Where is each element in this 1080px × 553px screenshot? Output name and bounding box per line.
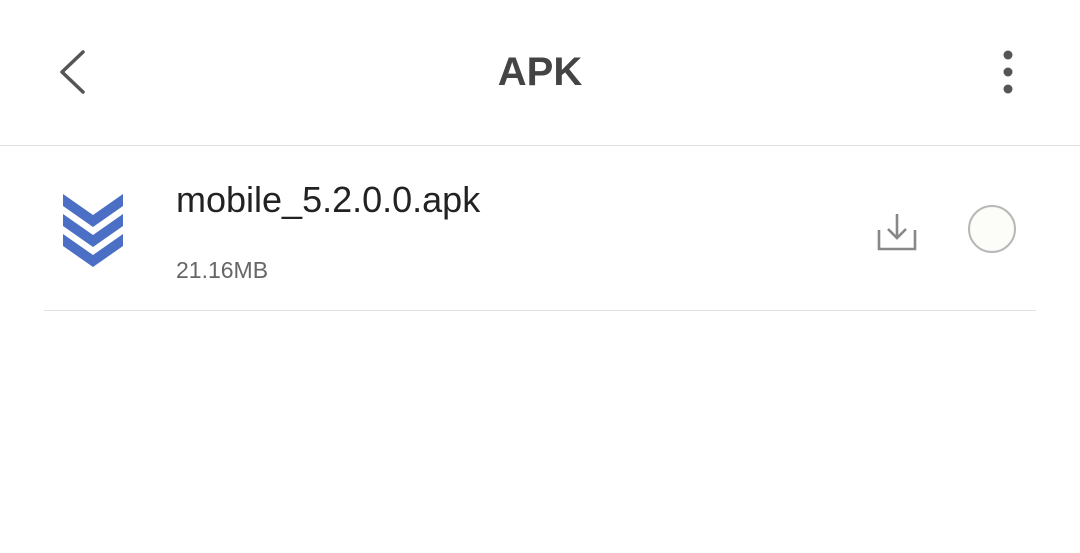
more-options-button[interactable] xyxy=(980,36,1036,108)
triple-chevron-down-icon xyxy=(63,194,123,267)
file-name: mobile_5.2.0.0.apk xyxy=(176,179,481,220)
file-browser-screen: APK mobile_5.2.0.0.apk 21.16MB xyxy=(0,0,1080,553)
select-checkbox[interactable] xyxy=(968,205,1016,253)
file-list-item[interactable]: mobile_5.2.0.0.apk 21.16MB xyxy=(44,147,1036,311)
apk-app-icon xyxy=(60,191,126,269)
download-button[interactable] xyxy=(870,207,924,257)
file-size: 21.16MB xyxy=(176,257,269,283)
page-title: APK xyxy=(497,50,583,94)
download-icon xyxy=(877,214,917,251)
app-header: APK xyxy=(0,0,1080,146)
more-vertical-icon xyxy=(1003,50,1013,94)
